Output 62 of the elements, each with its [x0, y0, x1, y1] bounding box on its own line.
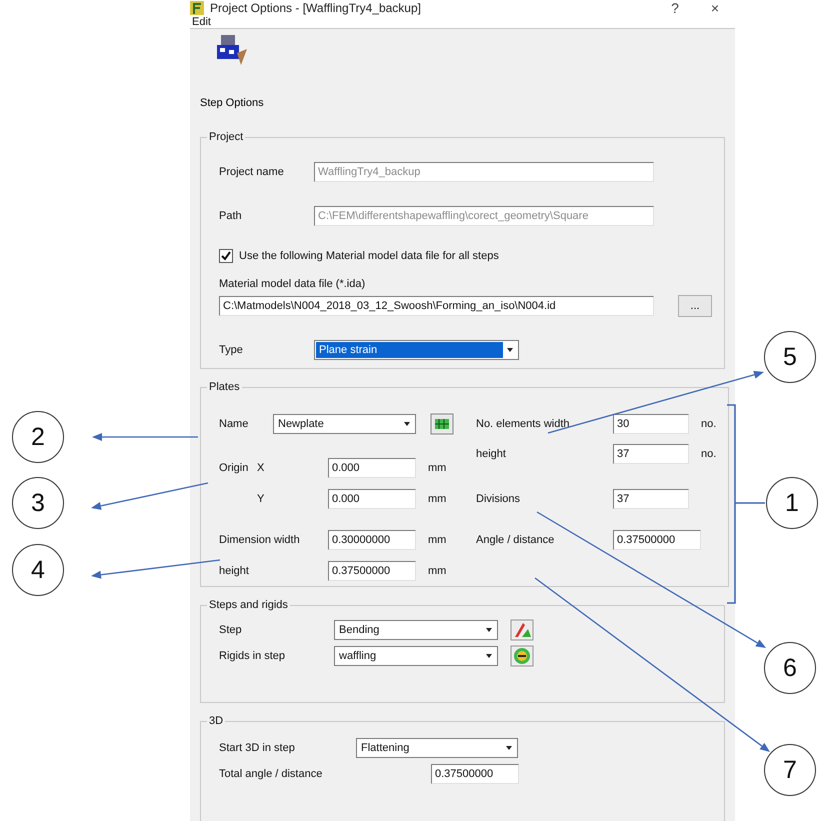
field-label: Step — [219, 624, 243, 636]
group-title: Steps and rigids — [208, 599, 289, 611]
browse-button[interactable]: ... — [678, 295, 712, 317]
help-button[interactable]: ? — [655, 0, 695, 16]
callout-number: 4 — [12, 544, 64, 596]
dropdown[interactable]: Bending — [334, 620, 498, 640]
field-label: Name — [219, 418, 250, 430]
toolbar-button[interactable]: Step Options — [200, 31, 264, 109]
field-label: Rigids in step — [219, 650, 286, 662]
field-label: No. elements width — [476, 418, 571, 430]
checkbox[interactable] — [219, 249, 233, 263]
field-label: X — [257, 462, 266, 474]
input-field[interactable]: 30 — [613, 414, 689, 434]
input-field[interactable]: 0.30000000 — [328, 530, 416, 550]
close-button[interactable]: × — [695, 0, 735, 16]
field-label: Angle / distance — [476, 534, 556, 546]
unit-label: mm — [428, 534, 446, 546]
dropdown[interactable]: Flattening — [356, 738, 518, 758]
field-label: height — [219, 565, 250, 577]
input-field[interactable]: 0.37500000 — [613, 530, 701, 550]
group-title: Project — [208, 131, 244, 143]
field-label: Origin — [219, 462, 250, 474]
app-icon — [190, 0, 204, 16]
steps-icon — [214, 35, 249, 67]
input-field[interactable]: 0.000 — [328, 489, 416, 509]
unit-label: mm — [428, 462, 446, 474]
field-label: Path — [219, 210, 243, 222]
field-label: Y — [257, 493, 266, 505]
input-field[interactable]: 37 — [613, 489, 689, 509]
input-field[interactable]: 37 — [613, 444, 689, 464]
unit-label: mm — [428, 565, 446, 577]
dropdown[interactable]: Plane strain — [314, 340, 519, 360]
callout-number: 6 — [764, 642, 816, 694]
rigid-icon[interactable] — [510, 645, 534, 667]
field-label: Divisions — [476, 493, 522, 505]
field-label: Start 3D in step — [219, 742, 296, 754]
group-title: 3D — [208, 715, 224, 727]
field-label: Total angle / distance — [219, 768, 324, 780]
unit-label: mm — [428, 493, 446, 505]
unit-label: no. — [701, 418, 716, 430]
unit-label: no. — [701, 448, 716, 460]
input-field[interactable]: 0.000 — [328, 458, 416, 478]
input-field[interactable]: 0.37500000 — [431, 764, 519, 784]
field-label: Project name — [219, 166, 285, 178]
callout-number: 7 — [764, 744, 816, 796]
input-field[interactable]: C:\Matmodels\N004_2018_03_12_Swoosh\Forming_an_iso\N004.id — [219, 296, 654, 316]
dropdown[interactable]: waffling — [334, 646, 498, 666]
window-title: Project Options - [WafflingTry4_backup] — [210, 1, 422, 15]
group-title: Plates — [208, 381, 241, 393]
checkbox-label[interactable]: Use the following Material model data file for all steps — [239, 250, 499, 262]
callout-number: 5 — [764, 331, 816, 383]
input-field[interactable]: 0.37500000 — [328, 561, 416, 581]
field-label: Type — [219, 344, 244, 356]
callout-number: 3 — [12, 477, 64, 529]
grid-icon[interactable] — [430, 413, 454, 435]
field-label: Material model data file (*.ida) — [219, 278, 366, 290]
menu-item[interactable]: Edit — [190, 16, 213, 28]
dropdown[interactable]: Newplate — [273, 414, 416, 434]
field-label: height — [476, 448, 507, 460]
field-label: Dimension width — [219, 534, 301, 546]
callout-number: 2 — [12, 411, 64, 463]
callout-number: 1 — [766, 477, 818, 529]
